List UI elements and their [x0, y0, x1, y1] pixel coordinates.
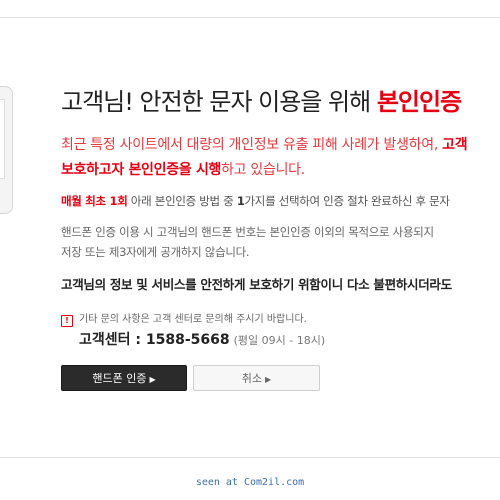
customer-center-hours: (평일 09시 - 18시) — [233, 334, 326, 347]
contact-note-text: 기타 문의 사항은 고객 센터로 문의해 주시기 바랍니다. — [79, 314, 307, 325]
top-divider — [0, 17, 500, 18]
monthly-info-tail: 가지를 선택하여 인증 절차 완료하신 후 문자 — [244, 194, 450, 208]
notice-line-2-text: 하고 있습니다. — [221, 162, 305, 178]
arrow-right-icon: ▶ — [265, 375, 272, 384]
notice-line-1-bold: 고객 — [442, 137, 468, 153]
privacy-line-2: 저장 또는 제3자에게 공개하지 않습니다. — [61, 245, 250, 259]
privacy-info: 핸드폰 인증 이용 시 고객님의 핸드폰 번호는 본인인증 이외의 목적으로 사… — [61, 222, 434, 262]
customer-center-label: 고객센터 : 1588-5668 — [79, 332, 230, 348]
arrow-right-icon: ▶ — [149, 375, 156, 384]
bottom-divider — [0, 457, 500, 458]
monthly-info-text: 아래 본인인증 방법 중 — [127, 194, 237, 208]
monthly-first-time: 매월 최초 1회 — [61, 194, 128, 208]
headline-emphasis: 본인인증 — [376, 88, 462, 116]
contact-note: ! 기타 문의 사항은 고객 센터로 문의해 주시기 바랍니다. — [61, 310, 307, 327]
headline-prefix: 고객님! 안전한 문자 이용을 위해 — [61, 88, 377, 116]
monthly-info-count: 1 — [236, 194, 245, 208]
page-headline: 고객님! 안전한 문자 이용을 위해 본인인증 — [61, 82, 462, 117]
phone-screen — [0, 99, 5, 179]
privacy-line-1: 핸드폰 인증 이용 시 고객님의 핸드폰 번호는 본인인증 이외의 목적으로 사… — [61, 225, 434, 239]
phone-auth-label: 핸드폰 인증 — [92, 372, 147, 385]
cancel-label: 취소 — [241, 372, 263, 385]
phone-illustration — [0, 86, 13, 214]
phone-auth-button[interactable]: 핸드폰 인증 ▶ — [61, 365, 187, 391]
monthly-auth-info: 매월 최초 1회 아래 본인인증 방법 중 1가지를 선택하여 인증 절차 완료… — [61, 193, 450, 209]
notice-line-2: 보호하고자 본인인증을 시행하고 있습니다. — [61, 158, 467, 183]
footer-credit: seen at Com2il.com — [195, 477, 305, 488]
protection-statement: 고객님의 정보 및 서비스를 안전하게 보호하기 위함이니 다소 불편하시더라도 — [61, 277, 452, 292]
customer-center: 고객센터 : 1588-5668 (평일 09시 - 18시) — [79, 329, 325, 349]
alert-icon: ! — [61, 315, 73, 327]
cancel-button[interactable]: 취소 ▶ — [193, 365, 320, 391]
notice-line-2-bold: 보호하고자 본인인증을 시행 — [61, 162, 222, 178]
notice-line-1-text: 최근 특정 사이트에서 대량의 개인정보 유출 피해 사례가 발생하여, — [61, 137, 443, 153]
notice-line-1: 최근 특정 사이트에서 대량의 개인정보 유출 피해 사례가 발생하여, 고객 — [61, 133, 468, 158]
security-notice: 최근 특정 사이트에서 대량의 개인정보 유출 피해 사례가 발생하여, 고객 … — [61, 133, 468, 183]
